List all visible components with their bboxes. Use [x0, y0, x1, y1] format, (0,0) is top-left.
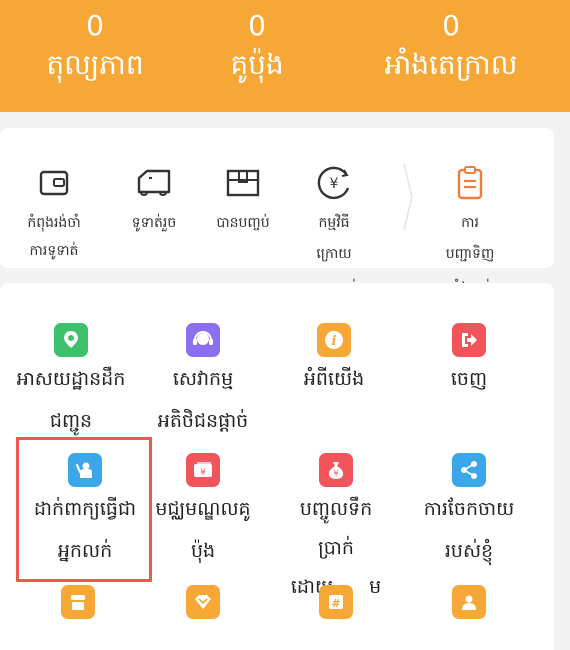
svg-text:i: i [332, 334, 337, 349]
grid-item-logout[interactable]: ចេញ [389, 323, 549, 401]
info-icon: i [317, 323, 351, 357]
grid-label: ការចែកចាយ [423, 498, 515, 520]
diamond-icon [186, 585, 220, 619]
coupon-icon: ¥ [186, 453, 220, 487]
headset-icon [186, 323, 220, 357]
location-icon [54, 323, 88, 357]
grid-label: អតិថិជនផ្ដាច់ [157, 410, 249, 432]
svg-text:¥: ¥ [200, 468, 206, 478]
points-label: អាំងតេក្រាល [384, 48, 518, 81]
points-stat[interactable]: 0 អាំងតេក្រាល [356, 8, 546, 86]
order-label: ក្រោយ [316, 246, 352, 262]
coupon-value: 0 [248, 9, 266, 42]
coupon-label: គូប៉ុង [230, 48, 284, 81]
order-label: កំពុងរង់ចាំ [27, 215, 81, 231]
order-label: ការ [461, 215, 479, 231]
divider-chevron [403, 163, 413, 231]
grid-item-my-distribution[interactable]: ការចែកចាយ របស់ខ្ញុំ [389, 453, 549, 571]
person-card-icon [452, 585, 486, 619]
grid-label: របស់ខ្ញុំ [444, 540, 494, 562]
grid-label: ចេញ [450, 368, 488, 390]
order-paid[interactable]: ទូទាត់រួច [104, 163, 204, 237]
yen-circle-icon: ¥ [314, 163, 354, 203]
order-label: កម្មវិធី [318, 215, 350, 231]
hash-icon: # [319, 585, 353, 619]
box-icon [223, 163, 263, 203]
header-bar: 0 តុល្យភាព 0 គូប៉ុង 0 អាំងតេក្រាល [0, 0, 570, 112]
order-pending-payment[interactable]: កំពុងរង់ចាំ ការទូទាត់ [4, 163, 104, 265]
share-icon [452, 453, 486, 487]
wallet-icon [34, 163, 74, 203]
logout-icon [452, 323, 486, 357]
selection-highlight [16, 437, 152, 582]
svg-text:¥: ¥ [330, 176, 339, 192]
order-label: បញ្ជាទិញ [445, 246, 495, 262]
moneybag-icon: ¥ [319, 453, 353, 487]
svg-text:¥: ¥ [333, 469, 338, 478]
svg-text:#: # [331, 597, 340, 610]
order-completed[interactable]: បានបញ្ចប់ [193, 163, 293, 237]
points-value: 0 [442, 9, 460, 42]
order-label: ការទូទាត់ [29, 243, 79, 259]
order-label: ទូទាត់រួច [131, 215, 177, 231]
clipboard-icon [450, 163, 490, 203]
grid-item-profile[interactable] [389, 585, 549, 619]
shop-icon [61, 585, 95, 619]
coupon-stat[interactable]: 0 គូប៉ុង [162, 8, 352, 86]
truck-icon [134, 163, 174, 203]
order-label: បានបញ្ចប់ [216, 215, 270, 231]
